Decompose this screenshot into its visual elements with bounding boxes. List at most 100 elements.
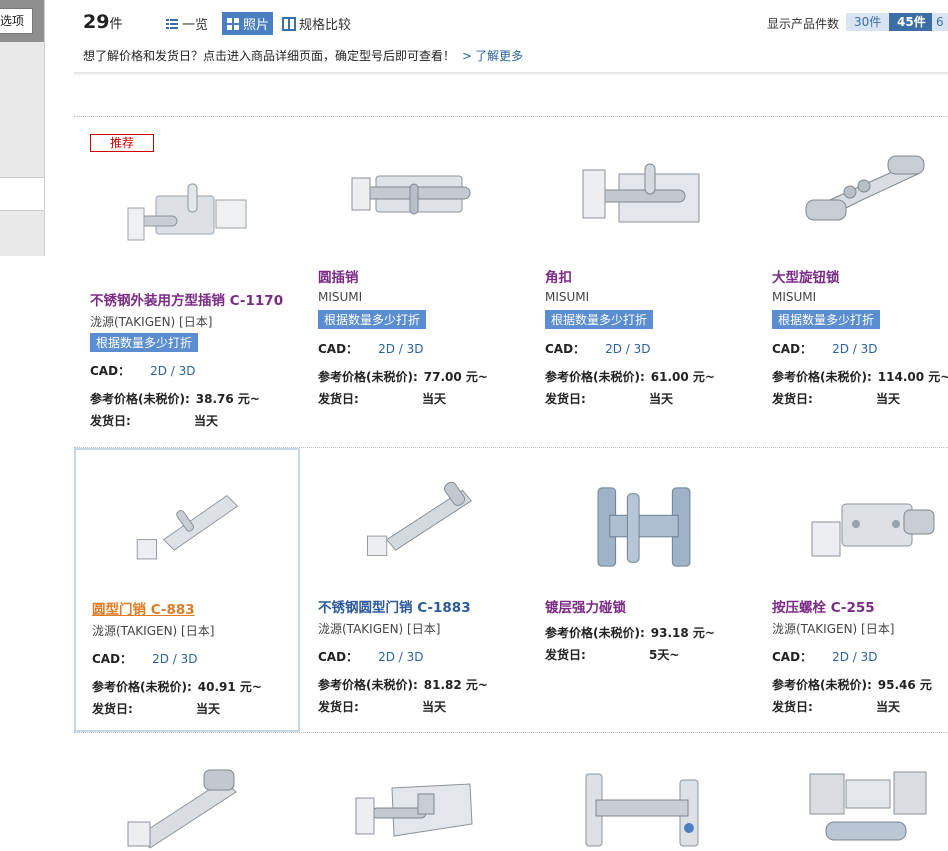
ship-value: 当天 xyxy=(876,700,901,714)
cad-link[interactable]: 2D / 3D xyxy=(832,650,877,664)
ship-value: 当天 xyxy=(649,392,674,406)
product-card[interactable]: 按压螺栓 C-255 泷源(TAKIGEN) [日本] CAD： 2D / 3D … xyxy=(756,448,948,738)
product-image[interactable] xyxy=(580,770,704,850)
ship-value: 当天 xyxy=(422,700,447,714)
learn-more-link[interactable]: > 了解更多 xyxy=(462,47,523,64)
product-image[interactable] xyxy=(118,178,258,266)
product-maker: 泷源(TAKIGEN) [日本] xyxy=(318,622,441,636)
product-card[interactable]: 圆插销 MISUMI 根据数量多少打折 CAD： 2D / 3D 参考价格(未税价… xyxy=(302,116,528,406)
sidebar-item[interactable] xyxy=(0,177,44,211)
view-photo-label: 照片 xyxy=(243,18,270,33)
price-value: 77.00 元~ xyxy=(423,370,488,384)
product-card[interactable]: 镀层强力碰锁 参考价格(未税价): 93.18 元~ 发货日: 5天~ xyxy=(529,448,755,738)
price-row: 参考价格(未税价): 40.91 元~ xyxy=(92,678,262,695)
view-compare-button[interactable]: 规格比较 xyxy=(282,14,351,33)
ship-row: 发货日: 当天 xyxy=(90,412,218,429)
cad-label: CAD： xyxy=(772,342,813,356)
ship-value: 当天 xyxy=(194,414,219,428)
product-maker: MISUMI xyxy=(545,290,590,304)
cad-link[interactable]: 2D / 3D xyxy=(378,342,423,356)
price-label: 参考价格(未税价): xyxy=(90,392,190,406)
price-row: 参考价格(未税价): 61.00 元~ xyxy=(545,368,715,385)
price-label: 参考价格(未税价): xyxy=(545,626,645,640)
recommend-badge: 推荐 xyxy=(90,134,154,152)
cad-link[interactable]: 2D / 3D xyxy=(832,342,877,356)
product-title[interactable]: 不锈钢外装用方型插销 C-1170 xyxy=(90,289,283,309)
cad-row: CAD： 2D / 3D xyxy=(92,650,197,667)
cad-row: CAD： 2D / 3D xyxy=(318,648,423,665)
chevron-right-icon: > xyxy=(462,49,473,63)
ship-label: 发货日: xyxy=(318,392,359,406)
product-card[interactable]: 推荐 不锈钢外装用方型插销 C-1170 泷源(TAKIGEN) [日本] 根据… xyxy=(74,116,300,428)
discount-badge[interactable]: 根据数量多少打折 xyxy=(545,310,654,329)
ship-label: 发货日: xyxy=(90,414,131,428)
product-title[interactable]: 角扣 xyxy=(545,266,572,286)
grid-icon xyxy=(227,17,239,30)
product-title[interactable]: 圆型门销 C-883 xyxy=(92,598,195,618)
ship-label: 发货日: xyxy=(772,700,813,714)
product-image[interactable] xyxy=(124,766,254,851)
price-row: 参考价格(未税价): 38.76 元~ xyxy=(90,390,260,407)
product-image[interactable] xyxy=(352,478,492,566)
perpage-45[interactable]: 45件 xyxy=(889,13,934,31)
price-value: 114.00 元~ xyxy=(877,370,948,384)
cad-label: CAD： xyxy=(772,650,813,664)
product-image[interactable] xyxy=(120,478,260,566)
ship-row: 发货日: 当天 xyxy=(545,390,673,407)
price-label: 参考价格(未税价): xyxy=(772,678,872,692)
product-card[interactable]: 大型旋钮锁 MISUMI 根据数量多少打折 CAD： 2D / 3D 参考价格(未… xyxy=(756,116,948,406)
product-title[interactable]: 不锈钢圆型门销 C-1883 xyxy=(318,596,471,616)
cad-link[interactable]: 2D / 3D xyxy=(152,652,197,666)
ship-row: 发货日: 当天 xyxy=(318,698,446,715)
product-image[interactable] xyxy=(346,156,486,244)
price-row: 参考价格(未税价): 81.82 元~ xyxy=(318,676,488,693)
product-image[interactable] xyxy=(806,764,932,851)
perpage-60[interactable]: 6 xyxy=(932,13,948,31)
product-image[interactable] xyxy=(352,780,478,840)
product-title[interactable]: 大型旋钮锁 xyxy=(772,266,840,286)
product-image[interactable] xyxy=(792,150,932,238)
price-row: 参考价格(未税价): 95.46 元 xyxy=(772,676,932,693)
product-maker: MISUMI xyxy=(318,290,363,304)
ship-value: 5天~ xyxy=(649,648,680,662)
cad-link[interactable]: 2D / 3D xyxy=(378,650,423,664)
view-photo-button[interactable]: 照片 xyxy=(222,12,274,35)
price-row: 参考价格(未税价): 93.18 元~ xyxy=(545,624,715,641)
discount-badge[interactable]: 根据数量多少打折 xyxy=(90,333,199,352)
discount-badge[interactable]: 根据数量多少打折 xyxy=(772,310,881,329)
product-card-selected[interactable]: 圆型门销 C-883 泷源(TAKIGEN) [日本] CAD： 2D / 3D … xyxy=(74,448,300,732)
perpage-30[interactable]: 30件 xyxy=(846,13,890,31)
product-card[interactable]: 角扣 MISUMI 根据数量多少打折 CAD： 2D / 3D 参考价格(未税价)… xyxy=(529,116,755,406)
cad-row: CAD： 2D / 3D xyxy=(772,340,877,357)
cad-label: CAD： xyxy=(318,342,359,356)
ship-row: 发货日: 当天 xyxy=(772,698,900,715)
price-value: 40.91 元~ xyxy=(197,680,262,694)
product-image[interactable] xyxy=(573,160,713,248)
price-value: 81.82 元~ xyxy=(423,678,488,692)
product-maker: 泷源(TAKIGEN) [日本] xyxy=(90,315,213,329)
price-hint-text: 想了解价格和发货日？点击进入商品详细页面，确定型号后即可查看！ xyxy=(83,49,456,63)
cad-row: CAD： 2D / 3D xyxy=(545,340,650,357)
discount-badge[interactable]: 根据数量多少打折 xyxy=(318,310,427,329)
options-button[interactable]: 选项 xyxy=(0,8,33,34)
product-title[interactable]: 圆插销 xyxy=(318,266,359,286)
ship-row: 发货日: 当天 xyxy=(92,700,220,717)
ship-value: 当天 xyxy=(196,702,221,716)
cad-link[interactable]: 2D / 3D xyxy=(605,342,650,356)
ship-row: 发货日: 5天~ xyxy=(545,646,679,663)
price-value: 38.76 元~ xyxy=(195,392,260,406)
product-image[interactable] xyxy=(573,484,713,572)
product-image[interactable] xyxy=(806,488,946,576)
product-title[interactable]: 镀层强力碰锁 xyxy=(545,596,626,616)
product-maker: 泷源(TAKIGEN) [日本] xyxy=(772,622,895,636)
price-label: 参考价格(未税价): xyxy=(92,680,192,694)
product-maker: 泷源(TAKIGEN) [日本] xyxy=(92,624,215,638)
ship-label: 发货日: xyxy=(545,648,586,662)
result-count-unit: 件 xyxy=(109,17,123,32)
view-compare-label: 规格比较 xyxy=(299,18,352,33)
ship-row: 发货日: 当天 xyxy=(318,390,446,407)
product-card[interactable]: 不锈钢圆型门销 C-1883 泷源(TAKIGEN) [日本] CAD： 2D /… xyxy=(302,448,528,738)
product-title[interactable]: 按压螺栓 C-255 xyxy=(772,596,875,616)
view-list-button[interactable]: 一览 xyxy=(165,14,208,33)
cad-link[interactable]: 2D / 3D xyxy=(150,364,195,378)
